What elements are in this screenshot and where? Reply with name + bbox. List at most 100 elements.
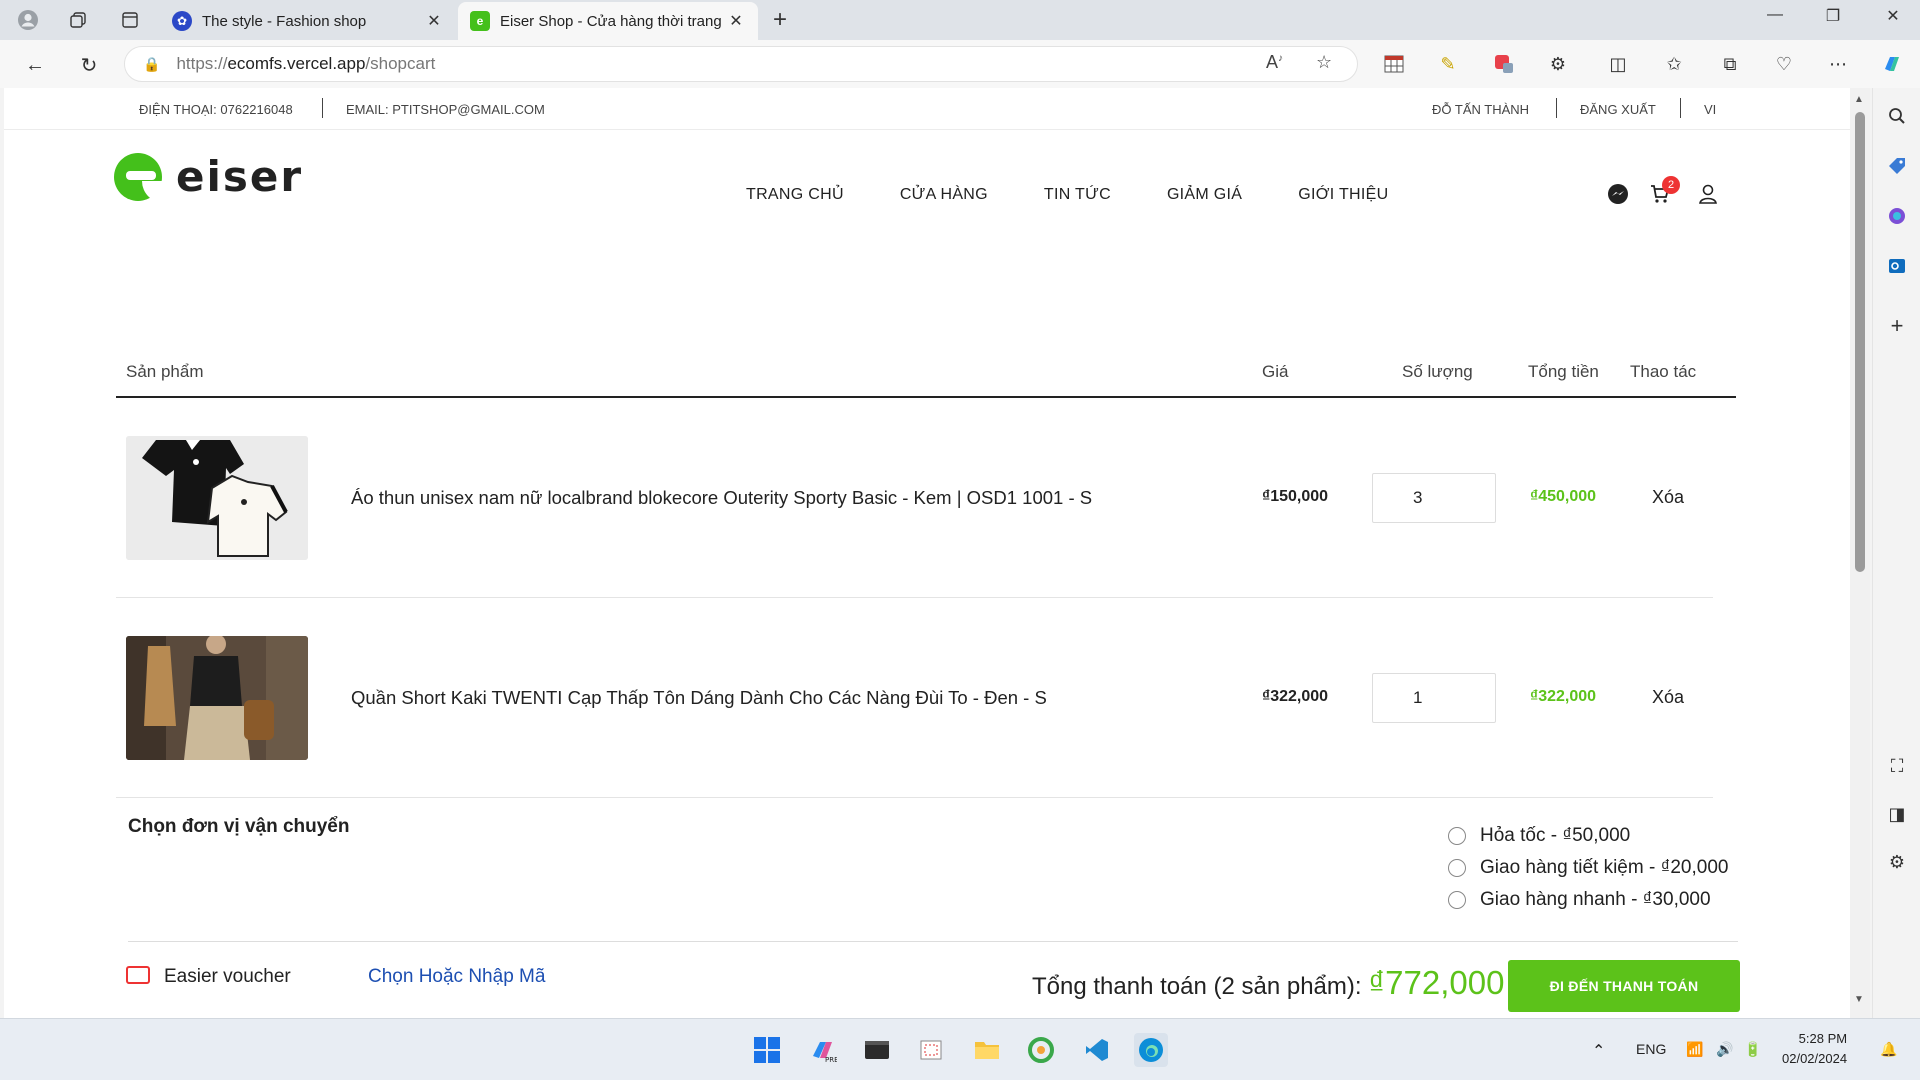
site-logo[interactable]: eiser xyxy=(114,152,304,203)
collections-toolbar-icon[interactable]: ⧉ xyxy=(1716,50,1744,78)
logo-text: eiser xyxy=(176,152,304,201)
close-window-icon[interactable]: ✕ xyxy=(1878,6,1908,26)
app-green-icon[interactable] xyxy=(1024,1033,1058,1067)
close-tab-icon[interactable]: ✕ xyxy=(726,11,746,31)
menu-shop[interactable]: CỬA HÀNG xyxy=(900,186,988,204)
product-name[interactable]: Áo thun unisex nam nữ localbrand blokeco… xyxy=(351,487,1092,509)
pencil-extension-icon[interactable]: ✎ xyxy=(1434,50,1462,78)
system-clock[interactable]: 5:28 PM 02/02/2024 xyxy=(1782,1029,1847,1069)
email-info: EMAIL: PTITSHOP@GMAIL.COM xyxy=(346,102,545,117)
favorites-icon[interactable]: ✩ xyxy=(1660,50,1688,78)
battery-icon[interactable]: 🔋 xyxy=(1744,1041,1761,1058)
volume-icon[interactable]: 🔊 xyxy=(1716,1041,1733,1058)
office-icon[interactable] xyxy=(1883,202,1911,230)
vscode-icon[interactable] xyxy=(1080,1033,1114,1067)
url-path: /shopcart xyxy=(365,54,436,73)
shipping-option-label: Giao hàng tiết kiệm - ₫20,000 xyxy=(1480,857,1729,878)
menu-sale[interactable]: GIẢM GIÁ xyxy=(1167,186,1242,204)
extension-table-icon[interactable] xyxy=(1380,50,1408,78)
svg-text:PRE: PRE xyxy=(825,1056,837,1064)
user-name-link[interactable]: ĐỖ TẤN THÀNH xyxy=(1432,102,1529,117)
quantity-input[interactable] xyxy=(1372,673,1496,723)
user-account-icon[interactable] xyxy=(1694,180,1722,208)
page-scrollbar[interactable]: ▲ ▼ xyxy=(1850,88,1870,1018)
copilot-taskbar-icon[interactable]: PRE xyxy=(806,1033,840,1067)
eiser-logo-icon xyxy=(114,152,164,203)
top-info-bar: ĐIỆN THOẠI: 0762216048 EMAIL: PTITSHOP@G… xyxy=(4,88,1850,130)
language-switch[interactable]: VI xyxy=(1704,102,1716,117)
screenshot-icon[interactable]: ⛶ xyxy=(1883,752,1911,780)
tab-title: Eiser Shop - Cửa hàng thời trang xyxy=(500,12,722,30)
scroll-thumb[interactable] xyxy=(1855,112,1865,572)
sidebar-toggle-icon[interactable]: ◨ xyxy=(1883,800,1911,828)
scroll-up-icon[interactable]: ▲ xyxy=(1854,94,1864,105)
shopping-tag-icon[interactable] xyxy=(1883,152,1911,180)
browser-essentials-icon[interactable]: ♡ xyxy=(1770,50,1798,78)
refresh-icon[interactable]: ↻ xyxy=(74,50,104,80)
minimize-icon[interactable]: — xyxy=(1760,6,1790,24)
url-field[interactable]: 🔒 https://ecomfs.vercel.app/shopcart xyxy=(124,46,1358,82)
read-aloud-icon[interactable]: A♪ xyxy=(1266,52,1283,73)
delete-button[interactable]: Xóa xyxy=(1652,687,1684,708)
delete-button[interactable]: Xóa xyxy=(1652,487,1684,508)
menu-home[interactable]: TRANG CHỦ xyxy=(746,186,844,204)
vertical-tabs-icon[interactable] xyxy=(116,6,144,34)
new-tab-icon[interactable]: + xyxy=(766,6,794,34)
tab-the-style[interactable]: ✿ The style - Fashion shop ✕ xyxy=(160,2,456,40)
search-icon[interactable] xyxy=(1883,102,1911,130)
shipping-option-economy[interactable]: Giao hàng tiết kiệm - ₫20,000 xyxy=(1448,852,1728,884)
tab-eiser-shop[interactable]: e Eiser Shop - Cửa hàng thời trang ✕ xyxy=(458,2,758,40)
product-image[interactable] xyxy=(126,636,308,760)
cart-table-header: Sản phẩm Giá Số lượng Tổng tiền Thao tác xyxy=(116,352,1736,398)
clock-date: 02/02/2024 xyxy=(1782,1051,1848,1066)
shipping-option-fast[interactable]: Giao hàng nhanh - ₫30,000 xyxy=(1448,884,1728,916)
notification-bell-icon[interactable]: 🔔 xyxy=(1880,1041,1897,1058)
divider xyxy=(1556,98,1557,118)
extensions-puzzle-icon[interactable]: ⚙ xyxy=(1544,50,1572,78)
logout-link[interactable]: ĐĂNG XUẤT xyxy=(1580,102,1656,117)
messenger-icon[interactable] xyxy=(1604,180,1632,208)
pdf-extension-icon[interactable] xyxy=(1490,50,1518,78)
scroll-down-icon[interactable]: ▼ xyxy=(1854,994,1864,1005)
settings-icon[interactable]: ⚙ xyxy=(1883,848,1911,876)
favorite-star-icon[interactable]: ☆ xyxy=(1316,52,1332,73)
back-icon[interactable]: ← xyxy=(20,50,50,80)
restore-icon[interactable]: ❐ xyxy=(1818,6,1848,26)
input-language[interactable]: ENG xyxy=(1636,1041,1666,1057)
col-total: Tổng tiền xyxy=(1528,362,1599,381)
address-toolbar: ← ↻ 🔒 https://ecomfs.vercel.app/shopcart… xyxy=(0,40,1920,88)
radio-button[interactable] xyxy=(1448,827,1466,845)
radio-button[interactable] xyxy=(1448,859,1466,877)
split-screen-icon[interactable]: ◫ xyxy=(1604,50,1632,78)
menu-news[interactable]: TIN TỨC xyxy=(1044,186,1111,204)
product-price: ₫150,000 xyxy=(1262,488,1329,505)
summary-label: Tổng thanh toán (2 sản phẩm): xyxy=(1032,973,1362,1000)
more-menu-icon[interactable]: ⋯ xyxy=(1824,50,1852,78)
collections-icon[interactable] xyxy=(64,6,92,34)
add-icon[interactable]: + xyxy=(1883,312,1911,340)
terminal-icon[interactable] xyxy=(860,1033,894,1067)
quantity-input[interactable] xyxy=(1372,473,1496,523)
edge-browser-icon[interactable] xyxy=(1134,1033,1168,1067)
voucher-summary-bar: Easier voucher Chọn Hoặc Nhập Mã Tổng th… xyxy=(116,942,1740,1012)
shipping-option-express[interactable]: Hỏa tốc - ₫50,000 xyxy=(1448,820,1728,852)
wifi-icon[interactable]: 📶 xyxy=(1686,1041,1703,1058)
main-menu: TRANG CHỦ CỬA HÀNG TIN TỨC GIẢM GIÁ GIỚI… xyxy=(746,186,1444,204)
windows-start-icon[interactable] xyxy=(750,1033,784,1067)
menu-about[interactable]: GIỚI THIỆU xyxy=(1298,186,1388,204)
checkout-button[interactable]: ĐI ĐẾN THANH TOÁN xyxy=(1508,960,1740,1012)
copilot-icon[interactable] xyxy=(1878,50,1906,78)
product-price: ₫322,000 xyxy=(1262,688,1329,705)
product-name[interactable]: Quần Short Kaki TWENTI Cạp Thấp Tôn Dáng… xyxy=(351,687,1047,709)
tab-favicon-icon: e xyxy=(470,11,490,31)
file-explorer-icon[interactable] xyxy=(970,1033,1004,1067)
product-image[interactable] xyxy=(126,436,308,560)
profile-icon[interactable] xyxy=(14,6,42,34)
tab-favicon-icon: ✿ xyxy=(172,11,192,31)
outlook-icon[interactable] xyxy=(1883,252,1911,280)
close-tab-icon[interactable]: ✕ xyxy=(424,11,444,31)
snipping-tool-icon[interactable] xyxy=(914,1033,948,1067)
radio-button[interactable] xyxy=(1448,891,1466,909)
tray-expand-icon[interactable]: ⌃ xyxy=(1592,1041,1605,1061)
voucher-select-link[interactable]: Chọn Hoặc Nhập Mã xyxy=(368,966,545,988)
